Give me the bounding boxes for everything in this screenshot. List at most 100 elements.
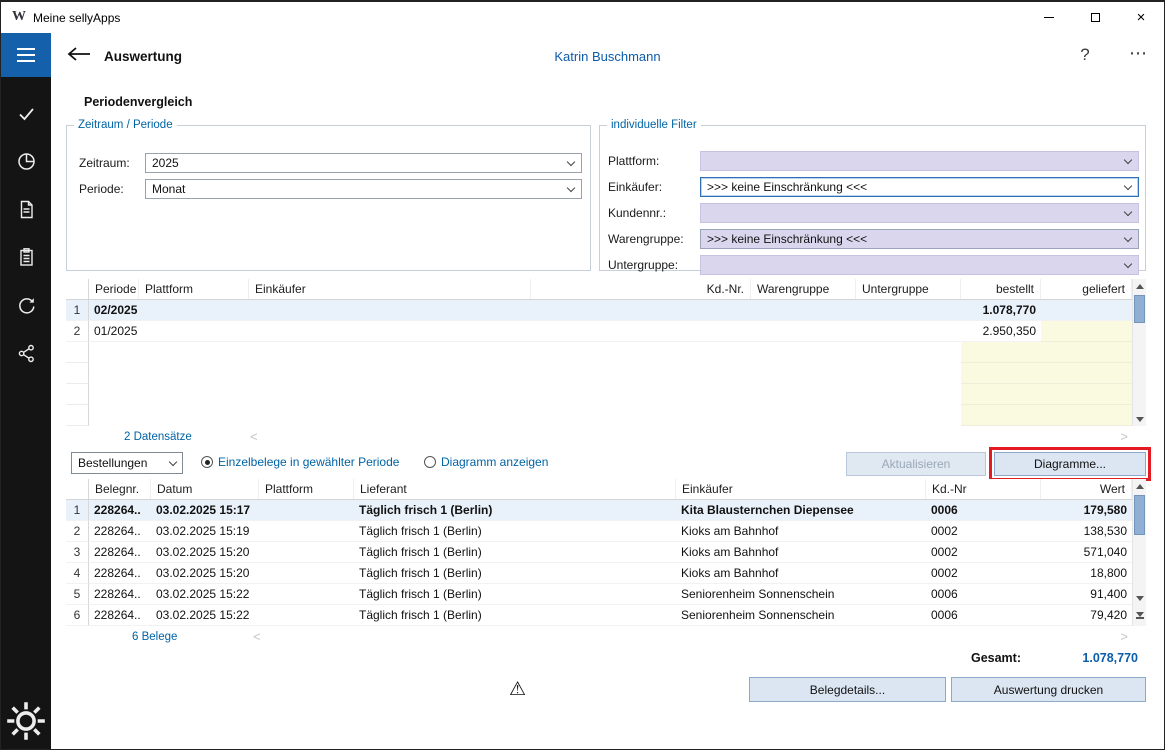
column-header-untergruppe[interactable]: Untergruppe (856, 279, 961, 299)
column-header-wert[interactable]: Wert (1041, 479, 1132, 499)
column-header-einkaeufer[interactable]: Einkäufer (249, 279, 531, 299)
app-logo-icon: W (11, 9, 27, 25)
share-icon (16, 343, 37, 364)
column-header-periode[interactable]: Periode (89, 279, 139, 299)
scroll-down-button[interactable] (1133, 412, 1147, 426)
detail-table-header: Belegnr. Datum Plattform Lieferant Einkä… (66, 479, 1146, 500)
group-title: individuelle Filter (607, 119, 701, 131)
table-row[interactable]: 3 228264.. 03.02.2025 15:20 Täglich fris… (66, 542, 1146, 563)
sidebar-item-settings[interactable] (1, 701, 51, 741)
menu-button[interactable] (1, 33, 51, 77)
scroll-to-end-button[interactable] (1133, 607, 1147, 621)
column-header-kdnr[interactable]: Kd.-Nr. (531, 279, 751, 299)
scroll-up-button[interactable] (1133, 479, 1147, 493)
titlebar: W Meine sellyApps × (1, 2, 1164, 33)
column-header-einkaeufer[interactable]: Einkäufer (676, 479, 926, 499)
total-label: Gesamt: (971, 651, 1021, 665)
chevron-down-icon (567, 184, 575, 192)
radio-unselected-icon (424, 456, 436, 468)
group-title: Zeitraum / Periode (74, 119, 177, 131)
record-count: 6 Belege (132, 631, 177, 643)
row-number-header (66, 279, 89, 299)
arrow-up-icon (1136, 484, 1144, 489)
warning-icon[interactable]: ⚠ (509, 678, 526, 701)
einkaeufer-select[interactable]: >>> keine Einschränkung <<< (700, 177, 1139, 197)
plattform-label: Plattform: (608, 151, 659, 171)
periode-select[interactable]: Monat (145, 179, 582, 199)
next-page-button[interactable]: > (1120, 429, 1128, 444)
table-row[interactable]: 1 228264.. 03.02.2025 15:17 Täglich fris… (66, 500, 1146, 521)
table-row[interactable]: 5 228264.. 03.02.2025 15:22 Täglich fris… (66, 584, 1146, 605)
vertical-scrollbar[interactable] (1132, 479, 1146, 626)
table-row (66, 384, 1146, 405)
table-row[interactable]: 2 01/2025 2.950,350 (66, 321, 1146, 342)
pie-chart-icon (16, 151, 37, 172)
doc-type-select[interactable]: Bestellungen (71, 452, 183, 474)
close-button[interactable]: × (1118, 2, 1164, 33)
einkaeufer-label: Einkäufer: (608, 177, 662, 197)
scrollbar-thumb[interactable] (1134, 495, 1145, 535)
chevron-down-icon (169, 458, 177, 466)
column-header-warengruppe[interactable]: Warengruppe (751, 279, 856, 299)
sidebar-item-documents[interactable] (1, 185, 51, 233)
sidebar-item-share[interactable] (1, 329, 51, 377)
auswertung-drucken-button[interactable]: Auswertung drucken (951, 677, 1146, 702)
untergruppe-select[interactable] (700, 255, 1139, 275)
column-header-bestellt[interactable]: bestellt (961, 279, 1041, 299)
prev-page-button[interactable]: < (253, 629, 261, 644)
minimize-button[interactable] (1026, 2, 1072, 33)
help-button[interactable]: ? (1074, 45, 1096, 65)
kundennr-select[interactable] (700, 203, 1139, 223)
controls-row: Bestellungen Einzelbelege in gewählter P… (66, 451, 1146, 479)
bottom-row: ⚠ Belegdetails... Auswertung drucken (66, 677, 1146, 703)
chevron-down-icon (1124, 260, 1132, 268)
plattform-select[interactable] (700, 151, 1139, 171)
chevron-down-icon (1124, 208, 1132, 216)
sidebar-item-orders[interactable] (1, 233, 51, 281)
chevron-down-icon (1124, 182, 1132, 190)
zeitraum-select[interactable]: 2025 (145, 153, 582, 173)
chevron-down-icon (1124, 234, 1132, 242)
radio-diagramm[interactable]: Diagramm anzeigen (424, 455, 548, 469)
table-row[interactable]: 6 228264.. 03.02.2025 15:22 Täglich fris… (66, 605, 1146, 626)
column-header-plattform[interactable]: Plattform (259, 479, 354, 499)
total-row: Gesamt: 1.078,770 (66, 649, 1146, 669)
warengruppe-select[interactable]: >>> keine Einschränkung <<< (700, 229, 1139, 249)
arrow-down-icon (1136, 596, 1144, 601)
more-button[interactable]: ⋯ (1126, 43, 1150, 64)
maximize-button[interactable] (1072, 2, 1118, 33)
sidebar-item-reports[interactable] (1, 137, 51, 185)
scroll-down-button[interactable] (1133, 591, 1147, 605)
app-title: Meine sellyApps (33, 11, 120, 25)
chevron-down-icon (1124, 156, 1132, 164)
kundennr-label: Kundennr.: (608, 203, 666, 223)
scroll-up-button[interactable] (1133, 279, 1147, 293)
window-controls: × (1026, 2, 1164, 33)
column-header-datum[interactable]: Datum (151, 479, 259, 499)
sidebar-item-sync[interactable] (1, 281, 51, 329)
sidebar-item-tasks[interactable] (1, 89, 51, 137)
next-page-button[interactable]: > (1120, 629, 1128, 644)
close-icon: × (1137, 10, 1146, 25)
aktualisieren-button[interactable]: Aktualisieren (846, 452, 986, 476)
table-row[interactable]: 1 02/2025 1.078,770 (66, 300, 1146, 321)
prev-page-button[interactable]: < (250, 429, 258, 444)
diagramme-button[interactable]: Diagramme... (994, 452, 1146, 476)
row-number-header (66, 479, 89, 499)
table-row[interactable]: 4 228264.. 03.02.2025 15:20 Täglich fris… (66, 563, 1146, 584)
maximize-icon (1091, 13, 1100, 22)
column-header-plattform[interactable]: Plattform (139, 279, 249, 299)
user-name: Katrin Buschmann (51, 49, 1164, 64)
filter-groups: Zeitraum / Periode Zeitraum: 2025 Period… (66, 119, 1146, 271)
column-header-kdnr[interactable]: Kd.-Nr (926, 479, 1041, 499)
belegdetails-button[interactable]: Belegdetails... (749, 677, 946, 702)
scrollbar-thumb[interactable] (1134, 295, 1145, 323)
column-header-belegnr[interactable]: Belegnr. (89, 479, 151, 499)
column-header-geliefert[interactable]: geliefert (1041, 279, 1132, 299)
period-table-footer: 2 Datensätze < > (66, 426, 1146, 450)
vertical-scrollbar[interactable] (1132, 279, 1146, 426)
radio-einzelbelege[interactable]: Einzelbelege in gewählter Periode (201, 455, 399, 469)
table-row (66, 405, 1146, 426)
table-row[interactable]: 2 228264.. 03.02.2025 15:19 Täglich fris… (66, 521, 1146, 542)
column-header-lieferant[interactable]: Lieferant (354, 479, 676, 499)
